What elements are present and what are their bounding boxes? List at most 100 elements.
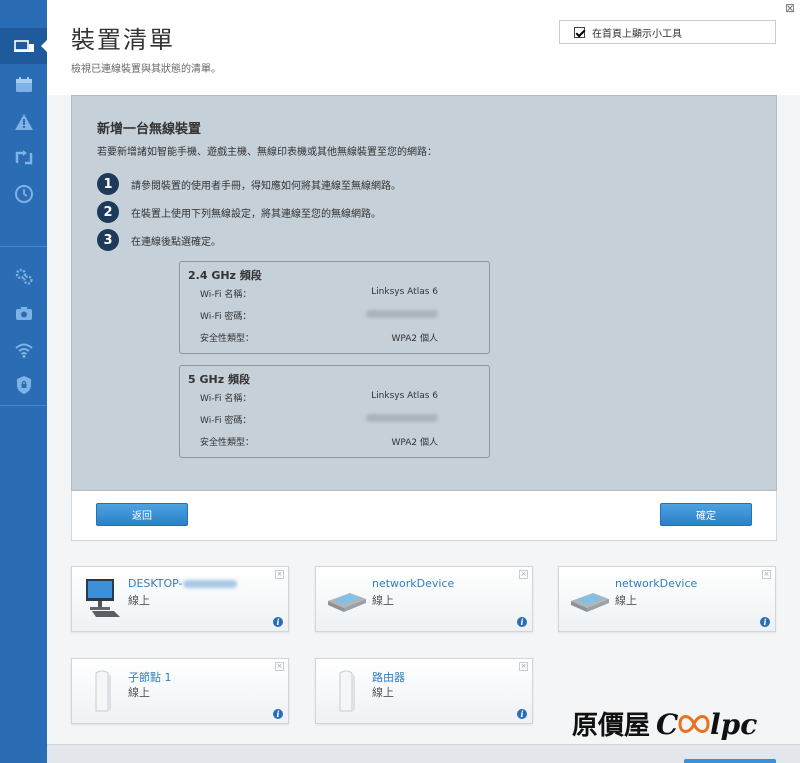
info-icon[interactable]: i xyxy=(273,617,283,627)
security-type-row: 安全性類型： WPA2 個人 xyxy=(200,435,438,448)
panel-description: 若要新增諸如智能手機、遊戲主機、無線印表機或其他無線裝置至您的網路： xyxy=(97,147,437,158)
bottom-button[interactable] xyxy=(684,759,776,763)
header: 裝置清單 檢視已連線裝置與其狀態的清單。 在首頁上顯示小工具 ⊠ xyxy=(47,0,800,95)
step-number: 3 xyxy=(97,229,119,251)
step-text: 在連線後點選確定。 xyxy=(131,236,221,248)
sidebar-item-media[interactable] xyxy=(0,295,47,331)
device-card[interactable]: networkDevice 線上 × i xyxy=(558,566,776,632)
row-label: Wi-Fi 密碼： xyxy=(200,312,252,322)
device-status: 線上 xyxy=(128,594,150,607)
device-status: 線上 xyxy=(128,686,150,699)
info-icon[interactable]: i xyxy=(517,617,527,627)
sidebar-item-wifi[interactable] xyxy=(0,332,47,368)
checkbox-checked-icon[interactable] xyxy=(574,26,585,38)
device-name: 子節點 1 xyxy=(128,671,172,684)
camera-icon xyxy=(15,307,32,320)
wifi-password-row: Wi-Fi 密碼： xyxy=(200,413,438,426)
main-content: 裝置清單 檢視已連線裝置與其狀態的清單。 在首頁上顯示小工具 ⊠ 新增一台無線裝… xyxy=(47,0,800,763)
device-card[interactable]: 子節點 1 線上 × i xyxy=(71,658,289,724)
coolpc-logo-icon: 原價屋 C lpc xyxy=(572,708,757,741)
warning-icon xyxy=(14,114,33,130)
node-icon xyxy=(95,670,111,712)
wifi-name-row: Wi-Fi 名稱： Linksys Atlas 6 xyxy=(200,287,438,300)
page-title: 裝置清單 xyxy=(71,26,175,54)
device-card[interactable]: networkDevice 線上 × i xyxy=(315,566,533,632)
redacted-password xyxy=(366,310,438,318)
redacted-hostname xyxy=(182,580,237,588)
band-24ghz-box: 2.4 GHz 頻段 Wi-Fi 名稱： Linksys Atlas 6 Wi-… xyxy=(179,261,490,354)
wifi-icon xyxy=(14,343,33,358)
gear-icon xyxy=(15,268,33,285)
step-1: 1 請參閱裝置的使用者手冊，得知應如何將其連線至無線網路。 xyxy=(97,173,401,195)
clock-icon xyxy=(14,185,33,203)
band-title: 2.4 GHz 頻段 xyxy=(188,269,262,282)
updates-icon xyxy=(15,150,32,165)
band-title: 5 GHz 頻段 xyxy=(188,373,250,386)
step-2: 2 在裝置上使用下列無線設定，將其連線至您的無線網路。 xyxy=(97,201,381,223)
info-icon[interactable]: i xyxy=(760,617,770,627)
sidebar-item-schedule[interactable] xyxy=(0,176,47,212)
step-number: 2 xyxy=(97,201,119,223)
row-label: 安全性類型： xyxy=(200,334,255,344)
step-3: 3 在連線後點選確定。 xyxy=(97,229,221,251)
row-value: WPA2 個人 xyxy=(391,438,439,448)
sidebar-item-updates[interactable] xyxy=(0,140,47,176)
step-number: 1 xyxy=(97,173,119,195)
device-card[interactable]: 路由器 線上 × i xyxy=(315,658,533,724)
show-widget-label: 在首頁上顯示小工具 xyxy=(592,28,682,40)
row-label: 安全性類型： xyxy=(200,438,255,448)
row-value: Linksys Atlas 6 xyxy=(371,287,438,297)
device-list-icon xyxy=(13,40,34,52)
calendar-icon xyxy=(15,77,32,92)
remove-device-icon[interactable]: × xyxy=(275,662,284,671)
svg-text:C: C xyxy=(656,708,679,741)
wifi-password-row: Wi-Fi 密碼： xyxy=(200,309,438,322)
row-label: Wi-Fi 名稱： xyxy=(200,394,252,404)
sidebar-item-calendar[interactable] xyxy=(0,67,47,103)
shield-icon xyxy=(16,376,31,394)
device-status: 線上 xyxy=(615,594,637,607)
sidebar-divider xyxy=(0,246,47,247)
panel-title: 新增一台無線裝置 xyxy=(97,122,202,137)
back-button[interactable]: 返回 xyxy=(96,503,188,526)
security-type-row: 安全性類型： WPA2 個人 xyxy=(200,331,438,344)
watermark-text: 原價屋 xyxy=(572,711,650,741)
sidebar-item-device-list[interactable] xyxy=(0,28,48,64)
add-wireless-device-panel: 新增一台無線裝置 若要新增諸如智能手機、遊戲主機、無線印表機或其他無線裝置至您的… xyxy=(71,95,777,491)
close-icon[interactable]: ⊠ xyxy=(785,1,795,15)
sidebar-item-settings[interactable] xyxy=(0,258,47,294)
sidebar-item-security[interactable] xyxy=(0,367,47,403)
device-name: 路由器 xyxy=(372,671,405,684)
network-device-icon xyxy=(571,593,609,612)
device-name: networkDevice xyxy=(615,577,698,590)
device-card[interactable]: DESKTOP- 線上 × i xyxy=(71,566,289,632)
info-icon[interactable]: i xyxy=(517,709,527,719)
redacted-password xyxy=(366,414,438,422)
row-label: Wi-Fi 名稱： xyxy=(200,290,252,300)
desktop-icon xyxy=(86,579,120,617)
page-subtitle: 檢視已連線裝置與其狀態的清單。 xyxy=(71,64,221,75)
row-label: Wi-Fi 密碼： xyxy=(200,416,252,426)
step-text: 在裝置上使用下列無線設定，將其連線至您的無線網路。 xyxy=(131,208,381,220)
info-icon[interactable]: i xyxy=(273,709,283,719)
ok-button[interactable]: 確定 xyxy=(660,503,752,526)
step-text: 請參閱裝置的使用者手冊，得知應如何將其連線至無線網路。 xyxy=(131,180,401,192)
sidebar xyxy=(0,0,48,763)
row-value: WPA2 個人 xyxy=(391,334,439,344)
device-name: networkDevice xyxy=(372,577,455,590)
sidebar-item-alerts[interactable] xyxy=(0,104,47,140)
router-icon xyxy=(339,670,355,712)
panel-footer: 返回 確定 xyxy=(71,491,777,541)
device-status: 線上 xyxy=(372,686,394,699)
row-value: Linksys Atlas 6 xyxy=(371,391,438,401)
band-5ghz-box: 5 GHz 頻段 Wi-Fi 名稱： Linksys Atlas 6 Wi-Fi… xyxy=(179,365,490,458)
remove-device-icon[interactable]: × xyxy=(762,570,771,579)
wifi-name-row: Wi-Fi 名稱： Linksys Atlas 6 xyxy=(200,391,438,404)
remove-device-icon[interactable]: × xyxy=(519,570,528,579)
show-widget-checkbox[interactable]: 在首頁上顯示小工具 xyxy=(559,20,776,44)
remove-device-icon[interactable]: × xyxy=(519,662,528,671)
network-device-icon xyxy=(328,593,366,612)
device-name: DESKTOP- xyxy=(128,577,237,590)
remove-device-icon[interactable]: × xyxy=(275,570,284,579)
coolpc-watermark-logo: 原價屋 C lpc xyxy=(572,702,772,746)
